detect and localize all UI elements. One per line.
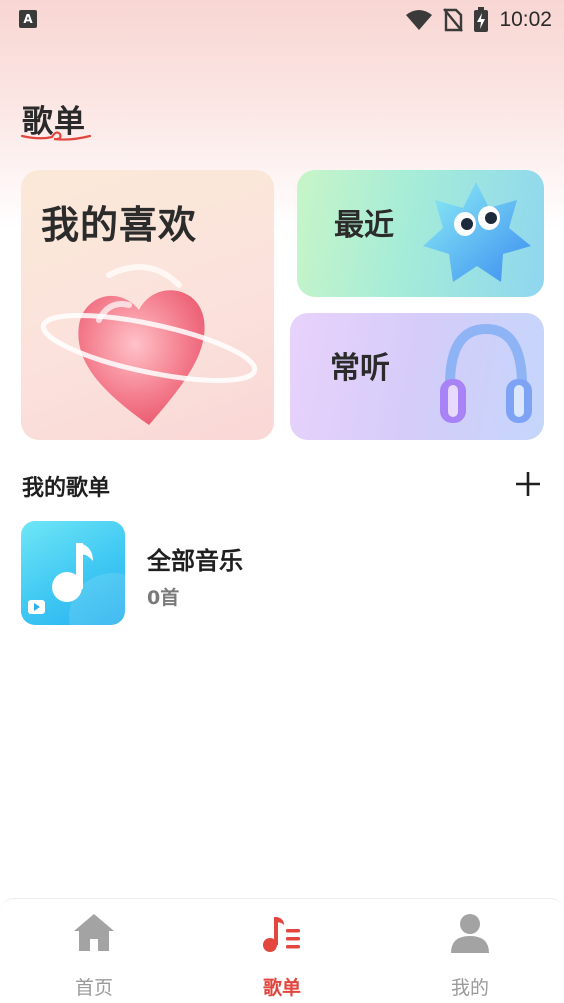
bottom-nav: 首页 歌单 我的 — [0, 898, 564, 1003]
nav-item-home[interactable]: 首页 — [34, 907, 154, 999]
playlist-name: 全部音乐 — [147, 547, 243, 575]
person-icon — [451, 914, 489, 953]
add-playlist-button[interactable] — [510, 466, 546, 502]
status-time: 10:02 — [499, 8, 552, 31]
app-notification-icon: A — [19, 10, 37, 28]
frequent-label: 常听 — [330, 351, 390, 386]
wifi-icon — [406, 10, 433, 30]
battery-charging-icon — [474, 7, 489, 32]
plus-icon — [516, 472, 540, 496]
playlist-cover — [21, 521, 125, 625]
home-icon — [74, 914, 114, 951]
recent-label: 最近 — [334, 208, 394, 243]
nav-label-playlist: 歌单 — [262, 977, 301, 999]
nav-label-mine: 我的 — [450, 977, 489, 999]
favorites-label: 我的喜欢 — [41, 203, 198, 247]
playlist-icon — [263, 917, 300, 952]
nav-item-playlist[interactable]: 歌单 — [222, 907, 342, 999]
music-note-icon — [28, 543, 125, 625]
my-playlists-title: 我的歌单 — [22, 476, 111, 501]
nav-label-home: 首页 — [74, 977, 113, 999]
headphones-icon — [440, 323, 532, 423]
title-underline-decoration — [20, 131, 92, 141]
status-bar: A 10:02 — [0, 0, 564, 40]
playlist-item-all-music[interactable]: 全部音乐 0首 — [21, 521, 541, 625]
favorites-card[interactable]: 我的喜欢 — [21, 170, 274, 440]
recent-card[interactable]: 最近 — [297, 170, 544, 297]
playlist-count: 0首 — [147, 587, 180, 609]
no-sim-icon — [443, 8, 464, 32]
star-mascot-icon — [423, 182, 531, 282]
frequent-card[interactable]: 常听 — [290, 313, 544, 440]
heart-icon — [40, 264, 258, 425]
nav-item-mine[interactable]: 我的 — [410, 907, 530, 999]
